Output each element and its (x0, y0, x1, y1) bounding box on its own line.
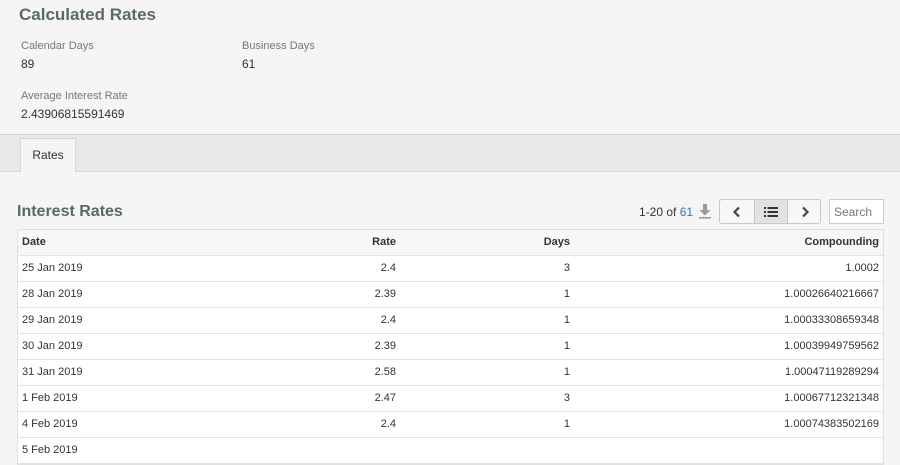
compounding-cell: 1.00074383502169 (784, 418, 879, 430)
date-cell: 1 Feb 2019 (22, 392, 78, 404)
chevron-left-icon (732, 206, 740, 217)
list-view-button[interactable] (754, 200, 788, 223)
pagination-total[interactable]: 61 (680, 205, 693, 219)
compounding-cell: 1.00033308659348 (784, 314, 879, 326)
compounding-cell: 1.00067712321348 (784, 392, 879, 404)
interest-rates-table: Date Rate Days Compounding 25 Jan 2019 2… (17, 229, 884, 465)
days-cell: 1 (563, 340, 570, 352)
date-cell: 31 Jan 2019 (22, 366, 83, 378)
calendar-days-label: Calendar Days (21, 40, 94, 52)
days-cell: 3 (563, 262, 570, 274)
column-header-rate[interactable]: Rate (372, 230, 396, 255)
date-cell: 28 Jan 2019 (22, 288, 83, 300)
compounding-cell: 1.00039949759562 (784, 340, 879, 352)
date-cell: 30 Jan 2019 (22, 340, 83, 352)
rate-cell: 2.58 (374, 366, 396, 378)
pagination-range: 1-20 of (639, 205, 680, 219)
table-row: 31 Jan 2019 2.58 1 1.00047119289294 (18, 360, 883, 386)
average-rate-value: 2.43906815591469 (21, 107, 125, 121)
days-cell: 1 (563, 418, 570, 430)
table-row: 1 Feb 2019 2.47 3 1.00067712321348 (18, 386, 883, 412)
next-page-button[interactable] (788, 200, 820, 223)
table-header-row: Date Rate Days Compounding (18, 230, 883, 256)
table-row: 4 Feb 2019 2.4 1 1.00074383502169 (18, 412, 883, 438)
download-icon[interactable] (698, 203, 712, 219)
date-cell: 25 Jan 2019 (22, 262, 83, 274)
view-controls (719, 199, 821, 224)
compounding-cell: 1.0002 (845, 262, 879, 274)
rate-cell: 2.39 (374, 288, 396, 300)
column-header-compounding[interactable]: Compounding (804, 230, 879, 255)
rate-cell: 2.39 (374, 340, 396, 352)
section-title: Calculated Rates (19, 5, 156, 24)
tab-bar: Rates (0, 134, 900, 172)
pagination-info: 1-20 of 61 (639, 205, 693, 219)
business-days-label: Business Days (242, 40, 315, 52)
table-row: 29 Jan 2019 2.4 1 1.00033308659348 (18, 308, 883, 334)
date-cell: 5 Feb 2019 (22, 444, 78, 456)
days-cell: 1 (563, 366, 570, 378)
chevron-right-icon (802, 206, 810, 217)
table-row: 30 Jan 2019 2.39 1 1.00039949759562 (18, 334, 883, 360)
table-row: 5 Feb 2019 (18, 438, 883, 464)
list-icon (764, 206, 778, 217)
days-cell: 1 (563, 288, 570, 300)
business-days-value: 61 (242, 57, 256, 71)
compounding-cell: 1.00047119289294 (784, 366, 879, 378)
prev-page-button[interactable] (720, 200, 754, 223)
table-row: 25 Jan 2019 2.4 3 1.0002 (18, 256, 883, 282)
days-cell: 1 (563, 314, 570, 326)
date-cell: 4 Feb 2019 (22, 418, 78, 430)
average-rate-label: Average Interest Rate (21, 90, 128, 102)
calendar-days-value: 89 (21, 57, 35, 71)
column-header-date[interactable]: Date (22, 230, 46, 255)
tab-rates[interactable]: Rates (20, 138, 76, 172)
compounding-cell: 1.00026640216667 (784, 288, 879, 300)
panel-title: Interest Rates (17, 203, 123, 220)
rate-cell: 2.4 (380, 262, 396, 274)
rate-cell: 2.4 (380, 418, 396, 430)
days-cell: 3 (563, 392, 570, 404)
rate-cell: 2.47 (374, 392, 396, 404)
search-input[interactable] (829, 199, 884, 224)
column-header-days[interactable]: Days (544, 230, 570, 255)
date-cell: 29 Jan 2019 (22, 314, 83, 326)
rate-cell: 2.4 (380, 314, 396, 326)
calculated-rates-section: Calculated Rates Calendar Days 89 Busine… (0, 0, 900, 135)
table-row: 28 Jan 2019 2.39 1 1.00026640216667 (18, 282, 883, 308)
